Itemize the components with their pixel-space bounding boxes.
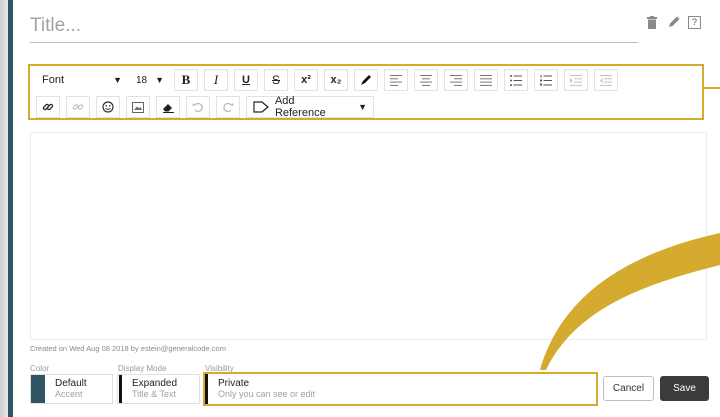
- add-reference-label: Add Reference: [274, 95, 326, 119]
- align-right-icon: [450, 74, 462, 86]
- undo-button[interactable]: [186, 96, 210, 118]
- insert-image-button[interactable]: [126, 96, 150, 118]
- italic-button[interactable]: I: [204, 69, 228, 91]
- outdent-icon: [600, 74, 612, 86]
- numbered-list-button[interactable]: [534, 69, 558, 91]
- emoji-button[interactable]: [96, 96, 120, 118]
- outdent-button[interactable]: [594, 69, 618, 91]
- underline-button[interactable]: U: [234, 69, 258, 91]
- color-label: Color: [30, 364, 50, 373]
- justify-button[interactable]: [474, 69, 498, 91]
- undo-icon: [192, 102, 203, 113]
- display-mode-value: Expanded: [132, 378, 178, 389]
- numbered-list-icon: [540, 74, 552, 85]
- add-reference-button[interactable]: Add Reference ▼: [246, 95, 374, 119]
- redo-icon: [223, 102, 234, 113]
- title-input[interactable]: [30, 10, 638, 43]
- color-picker[interactable]: Default Accent: [30, 374, 113, 404]
- indent-button[interactable]: [564, 69, 588, 91]
- font-size-select[interactable]: 18 ▼: [132, 69, 168, 91]
- remove-link-button[interactable]: [66, 96, 90, 118]
- align-center-button[interactable]: [414, 69, 438, 91]
- display-mode-label: Display Mode: [118, 364, 167, 373]
- subscript-button[interactable]: x₂: [324, 69, 348, 91]
- justify-icon: [480, 74, 492, 86]
- caret-down-icon: ▼: [358, 102, 367, 112]
- bullet-list-icon: [510, 74, 522, 86]
- redo-button[interactable]: [216, 96, 240, 118]
- align-center-icon: [420, 74, 432, 86]
- header-actions: ?: [644, 14, 701, 30]
- display-mode-picker[interactable]: Expanded Title & Text: [117, 374, 200, 404]
- align-left-button[interactable]: [384, 69, 408, 91]
- cancel-button[interactable]: Cancel: [603, 376, 654, 401]
- formatting-toolbar: Font ▼ 18 ▼ B I U S x² x₂ Add Reference …: [28, 64, 704, 120]
- bold-button[interactable]: B: [174, 69, 198, 91]
- bullet-list-button[interactable]: [504, 69, 528, 91]
- caret-down-icon: ▼: [113, 75, 122, 85]
- toolbar-row-2: Add Reference ▼: [36, 95, 380, 119]
- link-icon: [42, 103, 54, 111]
- toolbar-row-1: Font ▼ 18 ▼ B I U S x² x₂: [36, 69, 624, 91]
- created-info: Created on Wed Aug 08 2018 by estein@gen…: [30, 344, 226, 353]
- paintbrush-icon: [361, 75, 371, 85]
- color-swatch: [31, 375, 45, 403]
- save-button[interactable]: Save: [660, 376, 709, 401]
- indent-icon: [570, 74, 582, 86]
- align-left-icon: [390, 74, 402, 86]
- font-select-label: Font: [42, 74, 65, 86]
- font-select[interactable]: Font ▼: [36, 69, 128, 91]
- image-icon: [132, 101, 144, 113]
- color-sub: Accent: [55, 389, 83, 399]
- rich-text-editor[interactable]: [30, 132, 707, 340]
- color-value: Default: [55, 378, 87, 389]
- visibility-highlight: [203, 372, 598, 406]
- pencil-icon[interactable]: [666, 14, 682, 30]
- text-color-button[interactable]: [354, 69, 378, 91]
- display-mode-text: Expanded Title & Text: [122, 375, 177, 403]
- caret-down-icon: ▼: [155, 75, 164, 85]
- smiley-icon: [102, 101, 114, 113]
- font-size-label: 18: [136, 74, 148, 86]
- color-picker-text: Default Accent: [45, 375, 87, 403]
- clear-format-button[interactable]: [156, 96, 180, 118]
- superscript-button[interactable]: x²: [294, 69, 318, 91]
- strikethrough-button[interactable]: S: [264, 69, 288, 91]
- align-right-button[interactable]: [444, 69, 468, 91]
- eraser-icon: [162, 104, 174, 113]
- background-shadow: [0, 0, 8, 417]
- help-icon[interactable]: ?: [688, 15, 701, 29]
- unlink-icon: [72, 104, 84, 110]
- display-mode-sub: Title & Text: [132, 389, 177, 399]
- tag-icon: [253, 101, 269, 113]
- insert-link-button[interactable]: [36, 96, 60, 118]
- trash-icon[interactable]: [644, 14, 660, 30]
